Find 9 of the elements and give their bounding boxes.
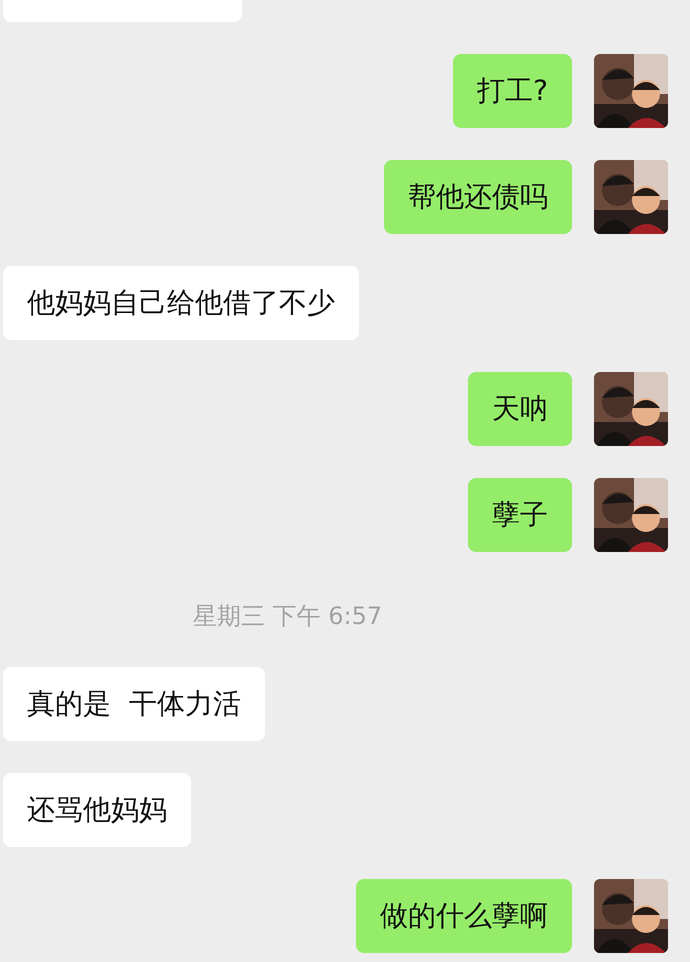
message-bubble: 他妈妈自己给他借了不少 (3, 266, 359, 340)
message-bubble: 孽子 (468, 478, 572, 552)
message-bubble: 做的什么孽啊 (356, 879, 572, 953)
timestamp: 星期三 下午 6:57 (193, 601, 384, 632)
message-bubble: 帮他还债吗 (384, 160, 572, 234)
message-bubble: 还骂他妈妈 (3, 773, 191, 847)
message-bubble: 打工? (453, 54, 572, 128)
message-bubble: 天呐 (468, 372, 572, 446)
message-bubble: 真的是 干体力活 (3, 667, 265, 741)
